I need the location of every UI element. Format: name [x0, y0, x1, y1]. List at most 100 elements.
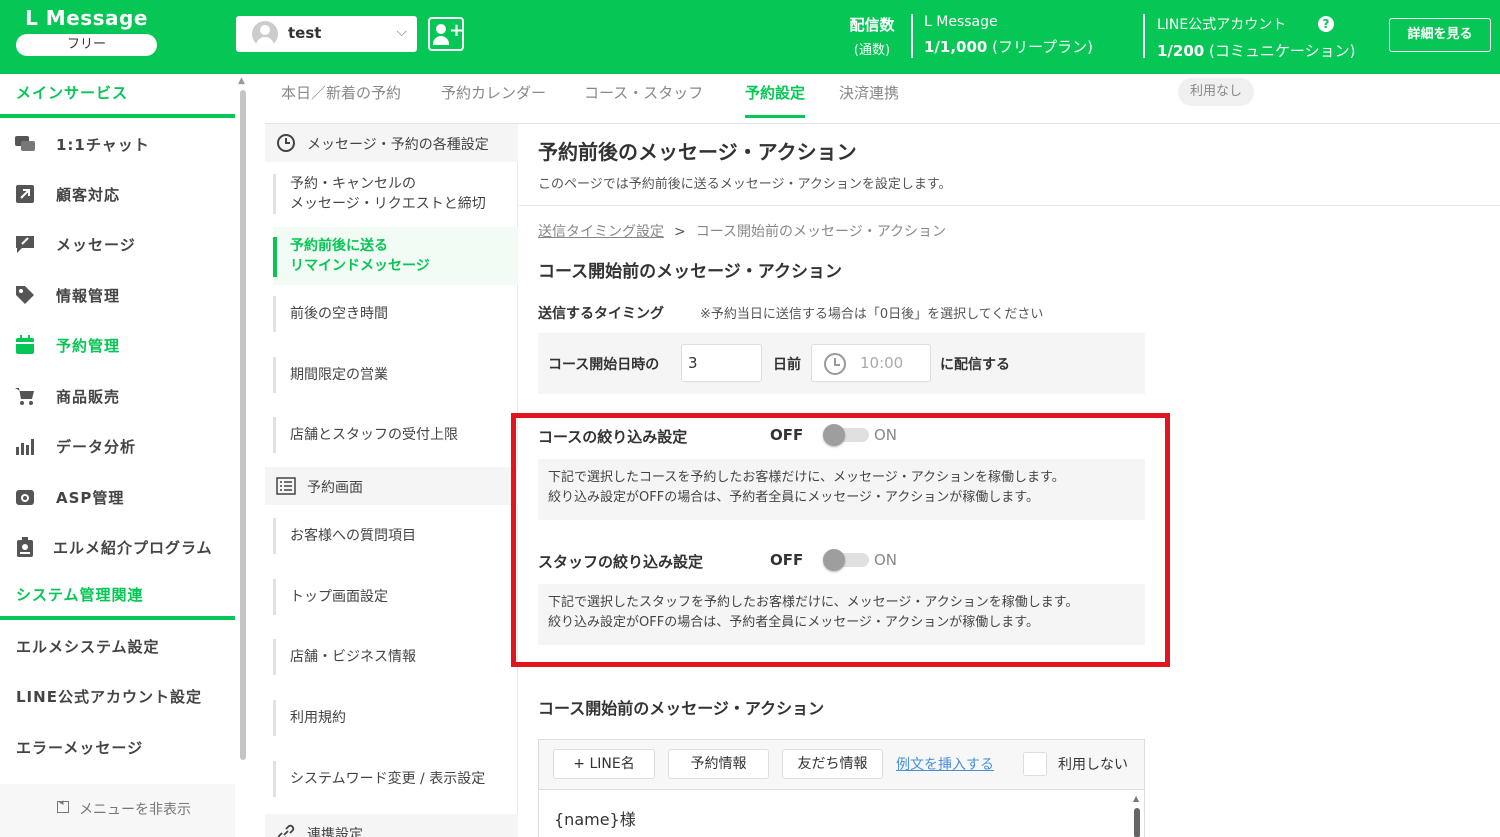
subnav-item-top[interactable]: トップ画面設定: [273, 579, 518, 615]
sidebar-item-label: 情報管理: [56, 287, 121, 305]
divider: [519, 205, 1500, 206]
scroll-thumb[interactable]: [240, 90, 246, 760]
brand-name: L Message: [25, 6, 148, 30]
sidebar-item-analytics[interactable]: データ分析: [0, 426, 235, 466]
subnav-group-integration: 連携設定: [265, 814, 518, 837]
sidebar-item-referral[interactable]: エルメ紹介プログラム: [0, 527, 235, 567]
days-unit-label: 日前: [773, 357, 801, 373]
sidebar-item-label: メッセージ: [56, 236, 136, 254]
main-section-title: メインサービス: [16, 84, 129, 102]
sidebar-item-label: ASP管理: [56, 489, 125, 507]
subnav-label-line1: 予約・キャンセルの: [290, 176, 416, 192]
editor-toolbar: + LINE名 予約情報 友だち情報 例文を挿入する 利用しない: [539, 740, 1144, 790]
sidebar-item-customer[interactable]: 顧客対応: [0, 174, 235, 214]
subnav-label-line2: リマインドメッセージ: [290, 258, 430, 274]
subnav-item-system-word[interactable]: システムワード変更 / 表示設定: [273, 761, 518, 797]
sidebar-item-reservation[interactable]: 予約管理: [0, 325, 235, 365]
tab-reservation-settings[interactable]: 予約設定: [745, 82, 806, 118]
arrow-icon: [16, 185, 34, 203]
subnav-item-cancel[interactable]: 予約・キャンセルの メッセージ・リクエストと締切: [273, 174, 518, 214]
send-time-input[interactable]: 10:00: [811, 344, 931, 382]
delivery-count-label: 配信数 (通数): [846, 14, 898, 58]
subnav-item-bar: [273, 357, 276, 393]
timing-settings: コース開始日時の 3 日前 10:00 に配信する: [538, 333, 1145, 394]
course-start-label: コース開始日時の: [548, 357, 660, 373]
subnav-item-limited[interactable]: 期間限定の営業: [273, 357, 518, 393]
sidebar-item-message[interactable]: メッセージ: [0, 224, 235, 264]
lmessage-count: 1/1,000: [924, 38, 988, 56]
tab-payment[interactable]: 決済連携: [839, 82, 899, 103]
plan-badge: フリー: [16, 34, 157, 56]
sidebar-item-system-settings[interactable]: エルメシステム設定: [16, 636, 160, 657]
subnav-item-business[interactable]: 店舗・ビジネス情報: [273, 639, 518, 675]
insert-line-name-button[interactable]: + LINE名: [553, 749, 655, 779]
sidebar-item-asp[interactable]: ASP管理: [0, 477, 235, 517]
sidebar-item-label: 予約管理: [56, 337, 121, 355]
delivery-label: 配信数: [849, 16, 895, 34]
link-icon: [277, 824, 295, 837]
subnav-group-screen: 予約画面: [265, 467, 518, 505]
send-time-value: 10:00: [860, 354, 904, 372]
subnav-item-reminder[interactable]: 予約前後に送る リマインドメッセージ: [273, 227, 518, 285]
subnav-item-free-time[interactable]: 前後の空き時間: [273, 296, 518, 332]
insert-reservation-info-button[interactable]: 予約情報: [668, 749, 769, 779]
insert-friend-info-button[interactable]: 友だち情報: [782, 749, 883, 779]
sidebar-scrollbar[interactable]: ▲: [238, 76, 248, 760]
tab-today[interactable]: 本日／新着の予約: [281, 82, 401, 103]
breadcrumb-link[interactable]: 送信タイミング設定: [538, 224, 664, 240]
days-before-input[interactable]: 3: [681, 344, 762, 382]
message-section-title: コース開始前のメッセージ・アクション: [538, 699, 825, 718]
add-user-button[interactable]: +: [428, 17, 464, 51]
section-divider: [0, 616, 235, 620]
message-icon: [16, 236, 34, 253]
section-divider: [0, 114, 235, 118]
scroll-up-icon[interactable]: ▲: [1133, 794, 1139, 803]
scroll-thumb[interactable]: [1134, 808, 1140, 837]
subnav-item-label: 店舗・ビジネス情報: [290, 649, 416, 665]
tag-icon: [16, 286, 34, 304]
subnav-group-label: メッセージ・予約の各種設定: [307, 137, 489, 153]
lmessage-value: 1/1,000 (フリープラン): [924, 36, 1093, 57]
page-title: 予約前後のメッセージ・アクション: [538, 140, 857, 164]
cart-icon: [15, 388, 34, 405]
sidebar-item-line-settings[interactable]: LINE公式アカウント設定: [16, 686, 202, 707]
message-editor: + LINE名 予約情報 友だち情報 例文を挿入する 利用しない {name}様…: [538, 739, 1145, 837]
breadcrumb: 送信タイミング設定 > コース開始前のメッセージ・アクション: [538, 221, 946, 241]
insert-example-link[interactable]: 例文を挿入する: [896, 754, 994, 774]
help-icon[interactable]: ?: [1318, 16, 1334, 32]
subnav-item-bar: [273, 579, 276, 615]
subnav-item-label: 期間限定の営業: [290, 367, 388, 383]
hide-menu-button[interactable]: メニューを非表示: [0, 784, 235, 837]
tab-course-staff[interactable]: コース・スタッフ: [584, 82, 703, 103]
brand[interactable]: L Message フリー: [16, 6, 157, 56]
detail-button[interactable]: 詳細を見る: [1389, 18, 1491, 52]
account-selector[interactable]: test ⌵: [236, 16, 417, 52]
scroll-up-icon[interactable]: ▲: [238, 76, 245, 86]
subnav-item-bar: [273, 237, 277, 277]
not-use-checkbox[interactable]: [1023, 752, 1047, 776]
badge-icon: [17, 537, 33, 557]
subnav-item-bar: [273, 417, 276, 453]
line-value: 1/200 (コミュニケーション): [1157, 40, 1355, 61]
line-count: 1/200: [1157, 42, 1205, 60]
subnav-item-questions[interactable]: お客様への質問項目: [273, 518, 518, 554]
subnav-item-limit[interactable]: 店舗とスタッフの受付上限: [273, 417, 518, 453]
lmessage-stat: L Message 1/1,000 (フリープラン): [924, 14, 1093, 57]
subnav-item-terms[interactable]: 利用規約: [273, 700, 518, 736]
tab-calendar[interactable]: 予約カレンダー: [441, 82, 546, 103]
delivery-unit: (通数): [853, 43, 891, 58]
editor-scrollbar[interactable]: ▲: [1132, 794, 1142, 837]
top-header: L Message フリー test ⌵ + 配信数 (通数) L Messag…: [0, 0, 1500, 74]
subnav-item-label: 店舗とスタッフの受付上限: [290, 427, 458, 443]
sidebar-item-chat[interactable]: 1:1チャット: [0, 124, 235, 164]
sidebar-item-error-messages[interactable]: エラーメッセージ: [16, 737, 143, 758]
sidebar-item-sales[interactable]: 商品販売: [0, 376, 235, 416]
status-badge: 利用なし: [1178, 78, 1255, 106]
message-textarea[interactable]: {name}様: [554, 806, 636, 830]
subnav-group-label: 連携設定: [307, 827, 363, 837]
send-label: に配信する: [940, 357, 1010, 373]
subnav-item-bar: [273, 296, 276, 332]
asp-icon: [16, 490, 34, 505]
breadcrumb-separator: >: [674, 224, 686, 240]
sidebar-item-info[interactable]: 情報管理: [0, 275, 235, 315]
